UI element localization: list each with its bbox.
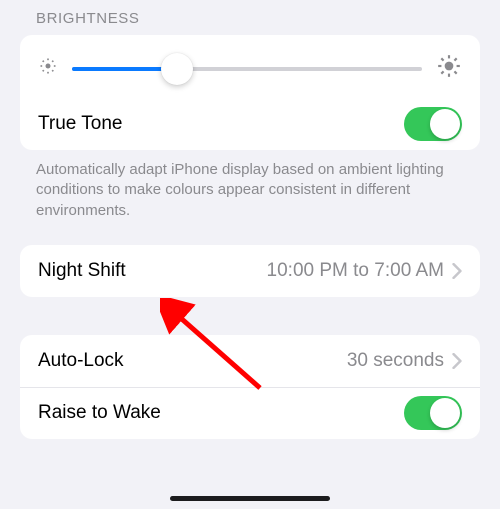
brightness-slider[interactable] xyxy=(72,67,422,71)
brightness-card: True Tone xyxy=(20,35,480,150)
autolock-card: Auto-Lock 30 seconds Raise to Wake xyxy=(20,335,480,439)
toggle-knob xyxy=(430,398,460,428)
auto-lock-label: Auto-Lock xyxy=(38,350,124,372)
auto-lock-value: 30 seconds xyxy=(347,350,444,372)
auto-lock-row[interactable]: Auto-Lock 30 seconds xyxy=(20,335,480,387)
night-shift-card: Night Shift 10:00 PM to 7:00 AM xyxy=(20,245,480,297)
home-indicator[interactable] xyxy=(170,496,330,501)
true-tone-footer: Automatically adapt iPhone display based… xyxy=(0,150,500,245)
true-tone-row: True Tone xyxy=(20,98,480,150)
raise-to-wake-label: Raise to Wake xyxy=(38,402,161,424)
brightness-slider-thumb[interactable] xyxy=(161,53,193,85)
night-shift-value: 10:00 PM to 7:00 AM xyxy=(267,260,444,282)
raise-to-wake-toggle[interactable] xyxy=(404,396,462,430)
true-tone-label: True Tone xyxy=(38,113,123,135)
chevron-right-icon xyxy=(452,263,462,279)
section-header-brightness: BRIGHTNESS xyxy=(0,0,500,35)
toggle-knob xyxy=(430,109,460,139)
raise-to-wake-row: Raise to Wake xyxy=(20,387,480,439)
night-shift-row[interactable]: Night Shift 10:00 PM to 7:00 AM xyxy=(20,245,480,297)
night-shift-label: Night Shift xyxy=(38,260,126,282)
brightness-slider-row xyxy=(20,35,480,98)
true-tone-toggle[interactable] xyxy=(404,107,462,141)
sun-low-icon xyxy=(38,56,58,81)
chevron-right-icon xyxy=(452,353,462,369)
sun-high-icon xyxy=(436,53,462,84)
